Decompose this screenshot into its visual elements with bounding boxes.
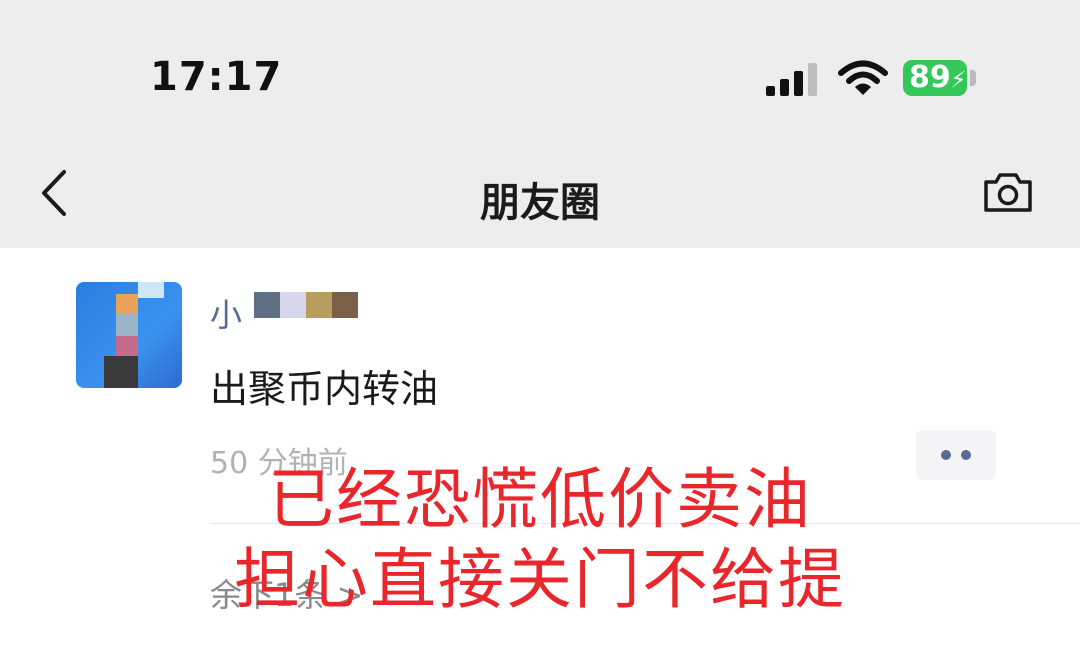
cellular-signal-icon bbox=[766, 63, 817, 96]
post-text: 出聚币内转油 bbox=[210, 367, 439, 411]
top-bar: 17:17 89⚡ 朋友圈 bbox=[0, 0, 1080, 248]
overlay-caption-line2: 担心直接关门不给提 bbox=[234, 541, 846, 618]
username-mosaic bbox=[306, 292, 332, 318]
battery-cap bbox=[970, 70, 976, 86]
camera-icon[interactable] bbox=[982, 170, 1034, 214]
wifi-icon bbox=[838, 60, 888, 95]
username-mosaic bbox=[332, 292, 358, 318]
post-username[interactable]: 小 bbox=[210, 290, 242, 336]
status-time: 17:17 bbox=[150, 54, 283, 100]
username-mosaic bbox=[254, 292, 280, 318]
avatar[interactable] bbox=[76, 282, 182, 388]
username-mosaic bbox=[280, 292, 306, 318]
battery-level: 89 bbox=[909, 60, 951, 95]
battery-icon: 89⚡ bbox=[903, 60, 967, 96]
page-title: 朋友圈 bbox=[480, 180, 600, 226]
charging-bolt-icon: ⚡ bbox=[950, 68, 967, 93]
